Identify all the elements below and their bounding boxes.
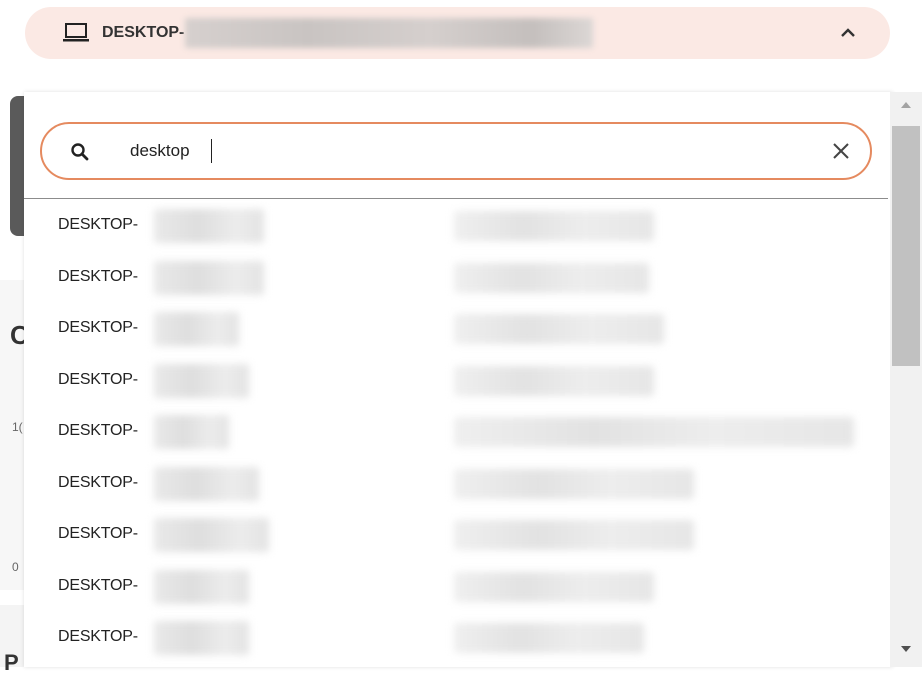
search-result-item[interactable]: DESKTOP- — [24, 560, 888, 612]
redacted-device-id — [154, 312, 239, 346]
redacted-device-detail — [454, 211, 654, 241]
background-footer-fragment: P — [4, 650, 19, 675]
scroll-up-arrow-icon[interactable] — [901, 102, 911, 108]
close-icon[interactable] — [830, 140, 852, 162]
device-name-label: DESKTOP- — [58, 628, 138, 645]
device-name-label: DESKTOP- — [58, 370, 138, 388]
redacted-device-id — [154, 209, 264, 243]
device-name-label: DESKTOP- — [58, 319, 138, 336]
redacted-device-id — [154, 363, 249, 398]
search-input[interactable] — [130, 137, 820, 165]
device-name-label: DESKTOP- — [58, 576, 138, 594]
background-number-fragment: 1( — [12, 420, 23, 434]
redacted-device-detail — [454, 623, 644, 653]
redacted-device-id — [154, 466, 259, 501]
search-result-item[interactable]: DESKTOP- — [24, 405, 888, 457]
redacted-device-detail — [454, 571, 654, 602]
search-icon — [70, 142, 90, 167]
redacted-device-id — [154, 621, 249, 655]
search-box[interactable] — [40, 122, 872, 180]
redacted-device-id — [154, 260, 264, 295]
device-name-label: DESKTOP- — [58, 422, 138, 439]
scroll-down-arrow-icon[interactable] — [901, 646, 911, 652]
search-results-list: DESKTOP- DESKTOP- DESKTOP- DESKTOP- DESKTOP-… — [24, 199, 888, 663]
redacted-device-id — [154, 415, 229, 449]
redacted-device-detail — [454, 365, 654, 396]
device-name-label: DESKTOP- — [58, 267, 138, 285]
text-cursor — [211, 139, 212, 163]
selected-device-label: DESKTOP- — [102, 24, 185, 41]
redacted-device-detail — [454, 468, 694, 499]
search-result-item[interactable]: DESKTOP- — [24, 457, 888, 509]
redacted-device-id — [154, 569, 249, 604]
scrollbar[interactable] — [890, 92, 922, 667]
redacted-device-detail — [454, 262, 649, 293]
search-result-item[interactable]: DESKTOP- — [24, 508, 888, 560]
redacted-device-detail — [454, 417, 854, 447]
redacted-device-detail — [454, 314, 664, 344]
search-result-item[interactable]: DESKTOP- — [24, 302, 888, 354]
search-result-item[interactable]: DESKTOP- — [24, 611, 888, 663]
redacted-device-id — [154, 518, 269, 552]
search-result-item[interactable]: DESKTOP- — [24, 251, 888, 303]
redacted-device-name — [185, 18, 594, 48]
chevron-up-icon[interactable] — [838, 23, 858, 43]
redacted-device-detail — [454, 520, 694, 550]
scrollbar-thumb[interactable] — [892, 126, 920, 366]
search-result-item[interactable]: DESKTOP- — [24, 199, 888, 251]
device-name-label: DESKTOP- — [58, 525, 138, 542]
background-panel-edge — [10, 96, 24, 236]
search-result-item[interactable]: DESKTOP- — [24, 354, 888, 406]
device-search-popup: DESKTOP- DESKTOP- DESKTOP- DESKTOP- DESKTOP-… — [24, 92, 893, 667]
background-number-fragment: 0 — [12, 560, 19, 574]
device-name-label: DESKTOP- — [58, 216, 138, 233]
device-name-label: DESKTOP- — [58, 473, 138, 491]
laptop-icon — [62, 22, 90, 44]
device-selector-dropdown[interactable]: DESKTOP- — [25, 7, 890, 59]
